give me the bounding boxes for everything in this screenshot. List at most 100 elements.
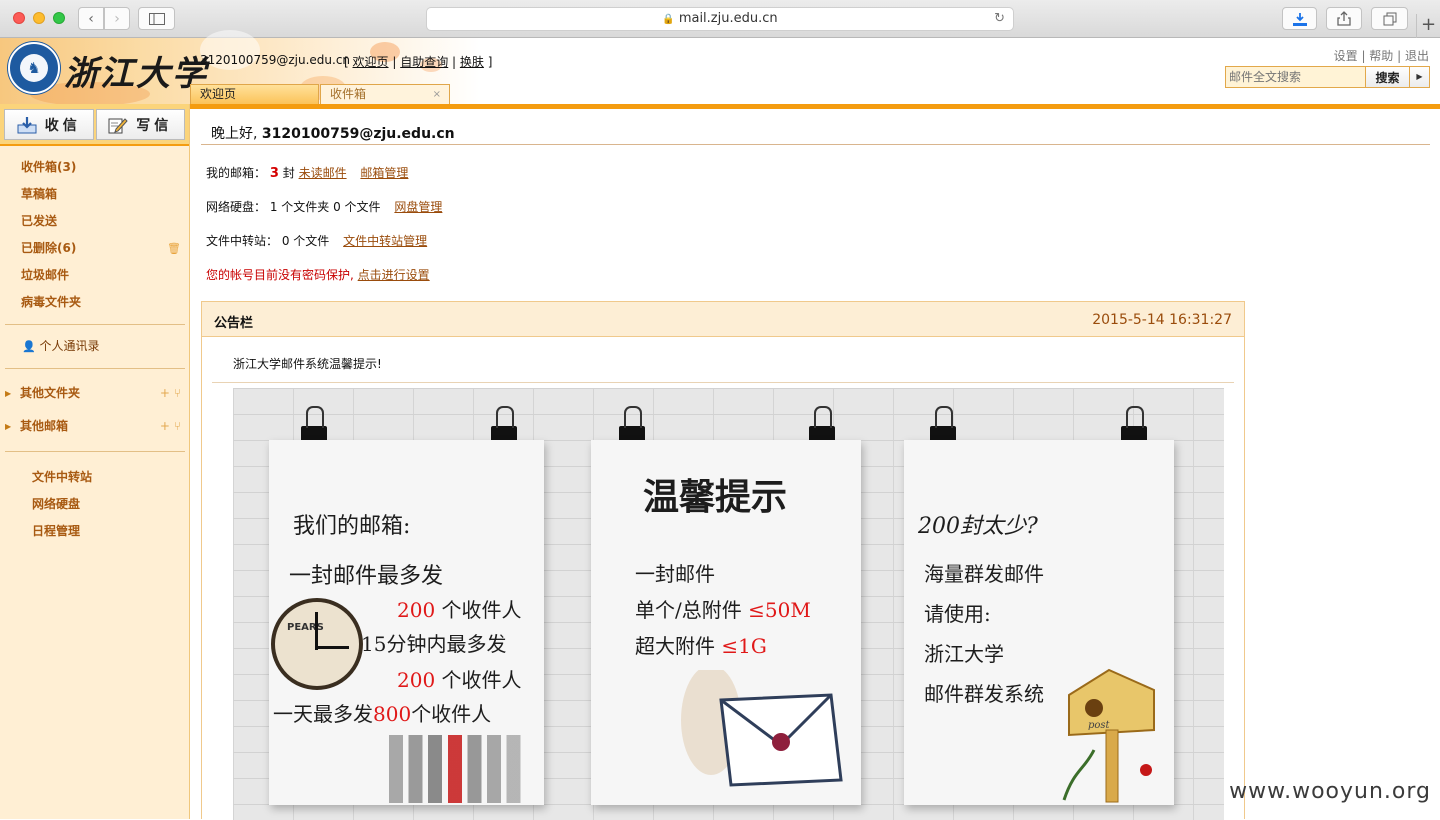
- sidebar-item-virus[interactable]: 病毒文件夹: [0, 289, 189, 316]
- bracket-open: [: [344, 55, 349, 69]
- compose-mail-label: 写信: [136, 117, 173, 134]
- minimize-window-button[interactable]: [33, 12, 45, 24]
- sidebar-divider: [5, 368, 185, 369]
- center-line-3: 超大附件 ≤1G: [635, 634, 767, 658]
- download-icon: [1292, 12, 1307, 26]
- close-window-button[interactable]: [13, 12, 25, 24]
- search-input[interactable]: [1226, 67, 1365, 87]
- clock-label: PEARS: [287, 622, 324, 633]
- unread-unit: 封: [282, 166, 295, 180]
- netdisk-manage-link[interactable]: 网盘管理: [394, 200, 442, 214]
- folder-label: 病毒文件夹: [21, 295, 82, 309]
- right-line-5: 邮件群发系统: [924, 682, 1044, 706]
- left-line-6: 一天最多发800个收件人: [273, 702, 492, 726]
- notice-title: 公告栏: [214, 316, 254, 331]
- new-tab-button[interactable]: +: [1416, 14, 1440, 38]
- clock-icon: PEARS: [271, 598, 363, 690]
- sidebar-toggle-button[interactable]: [138, 7, 175, 30]
- mail-app: ♞ 浙江大学 3120100759@zju.edu.cn [ 欢迎页 | 自助查…: [0, 30, 1440, 820]
- sidebar-item-spam[interactable]: 垃圾邮件: [0, 262, 189, 289]
- sidebar-item-calendar[interactable]: 日程管理: [0, 518, 189, 545]
- share-icon: [1337, 11, 1351, 26]
- share-button[interactable]: [1326, 7, 1362, 30]
- greeting-divider: [201, 144, 1430, 145]
- compose-mail-button[interactable]: 写信: [95, 109, 185, 140]
- group-label: 其他文件夹: [20, 386, 81, 400]
- sidebar-divider: [5, 324, 185, 325]
- set-password-link[interactable]: 点击进行设置: [358, 268, 430, 282]
- empty-trash-icon[interactable]: 🗑: [167, 235, 181, 262]
- settings-link[interactable]: 设置: [1334, 49, 1358, 63]
- search-options-arrow-icon[interactable]: ▶: [1409, 67, 1429, 87]
- search-box: 搜索 ▶: [1225, 66, 1430, 88]
- mailbox-manage-link[interactable]: 邮箱管理: [360, 166, 408, 180]
- sidebar-item-contacts[interactable]: 👤 个人通讯录: [0, 333, 189, 360]
- envelope-illustration: [681, 670, 843, 787]
- poster-right-card: 200封太少? 海量群发邮件 请使用: 浙江大学 邮件群发系统 post: [904, 440, 1174, 805]
- add-folder-icon[interactable]: + ⑂: [160, 377, 181, 410]
- back-button[interactable]: ‹: [78, 7, 104, 30]
- tab-inbox[interactable]: 收件箱 ×: [320, 84, 450, 104]
- receive-mail-label: 收信: [44, 117, 81, 134]
- transfer-manage-link[interactable]: 文件中转站管理: [343, 234, 427, 248]
- right-line-4: 浙江大学: [924, 642, 1004, 666]
- tab-welcome[interactable]: 欢迎页: [190, 84, 319, 104]
- sidebar-item-netdisk[interactable]: 网络硬盘: [0, 491, 189, 518]
- university-logo: ♞: [8, 42, 60, 94]
- mailbox-label: 我的邮箱：: [206, 166, 267, 180]
- unread-mail-link[interactable]: 未读邮件: [299, 166, 347, 180]
- right-line-2: 海量群发邮件: [924, 562, 1044, 586]
- chevron-right-icon: ›: [114, 10, 120, 27]
- sidebar: 收信 写信 收件箱(3) 草稿箱 已发送 已删除(6) 🗑 垃圾邮件 病毒文件夹 …: [0, 104, 190, 819]
- sidebar-actions: 收信 写信: [0, 104, 189, 146]
- tool-label: 文件中转站: [32, 470, 93, 484]
- maximize-window-button[interactable]: [53, 12, 65, 24]
- forward-button[interactable]: ›: [104, 7, 130, 30]
- logo-emblem-icon: ♞: [20, 54, 48, 82]
- tabs-overview-button[interactable]: [1371, 7, 1408, 30]
- logout-link[interactable]: 退出: [1405, 49, 1429, 63]
- center-title: 温馨提示: [643, 476, 788, 518]
- help-link[interactable]: 帮助: [1369, 49, 1393, 63]
- right-line-1: 200封太少?: [918, 514, 1038, 539]
- bracket-close: ]: [487, 55, 493, 69]
- tool-label: 日程管理: [32, 524, 81, 538]
- notice-subtitle: 浙江大学邮件系统温馨提示!: [233, 357, 382, 371]
- left-line-4: 15分钟内最多发: [361, 632, 507, 656]
- expand-triangle-icon[interactable]: ▶: [5, 410, 11, 443]
- notice-divider: [212, 382, 1234, 383]
- receive-mail-button[interactable]: 收信: [4, 109, 94, 140]
- sidebar-group-other-mailboxes[interactable]: ▶ 其他邮箱 + ⑂: [0, 410, 189, 443]
- address-bar[interactable]: 🔒 mail.zju.edu.cn ↻: [426, 7, 1014, 31]
- change-skin-link[interactable]: 换肤: [460, 55, 484, 69]
- self-query-link[interactable]: 自助查询: [400, 55, 448, 69]
- search-button[interactable]: 搜索: [1365, 67, 1409, 87]
- welcome-link[interactable]: 欢迎页: [353, 55, 389, 69]
- sidebar-item-file-transfer[interactable]: 文件中转站: [0, 464, 189, 491]
- sidebar-item-deleted[interactable]: 已删除(6) 🗑: [0, 235, 189, 262]
- left-line-2: 一封邮件最多发: [289, 564, 444, 589]
- poster-left-card: 我们的邮箱: 一封邮件最多发 200 个收件人 15分钟内最多发 200 个收件…: [269, 440, 544, 805]
- sidebar-item-sent[interactable]: 已发送: [0, 208, 189, 235]
- lock-icon: 🔒: [662, 14, 675, 25]
- expand-triangle-icon[interactable]: ▶: [5, 377, 11, 410]
- downloads-button[interactable]: [1282, 7, 1317, 30]
- folder-label: 垃圾邮件: [21, 268, 70, 282]
- top-links: [ 欢迎页 | 自助查询 | 换肤 ]: [344, 55, 493, 69]
- tool-label: 网络硬盘: [32, 497, 81, 511]
- greeting: 晚上好, 3120100759@zju.edu.cn: [211, 123, 455, 143]
- sidebar-item-drafts[interactable]: 草稿箱: [0, 181, 189, 208]
- right-line-3: 请使用:: [924, 602, 991, 626]
- folder-label: 收件箱(3): [21, 160, 77, 174]
- reload-icon[interactable]: ↻: [994, 8, 1005, 30]
- sidebar-group-other-folders[interactable]: ▶ 其他文件夹 + ⑂: [0, 377, 189, 410]
- close-tab-icon[interactable]: ×: [433, 85, 441, 104]
- greeting-prefix: 晚上好,: [211, 126, 258, 142]
- unread-count: 3: [269, 166, 279, 181]
- warning-text: 您的帐号目前没有密码保护,: [206, 268, 354, 282]
- sidebar-icon: [148, 12, 165, 25]
- notice-poster: 我们的邮箱: 一封邮件最多发 200 个收件人 15分钟内最多发 200 个收件…: [233, 388, 1224, 820]
- contacts-person-icon: 👤: [22, 340, 36, 353]
- add-mailbox-icon[interactable]: + ⑂: [160, 410, 181, 443]
- sidebar-item-inbox[interactable]: 收件箱(3): [0, 154, 189, 181]
